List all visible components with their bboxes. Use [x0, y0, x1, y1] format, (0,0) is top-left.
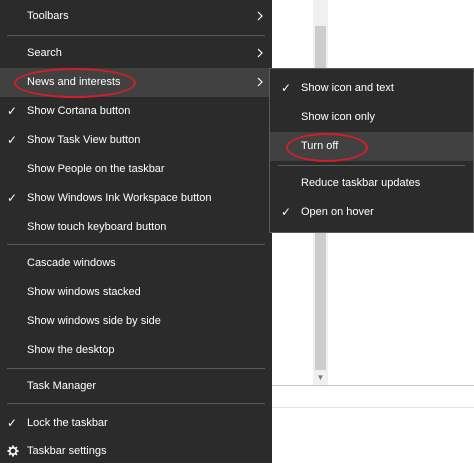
annotation-highlight-news-and-interests	[14, 68, 136, 98]
menu-item-label: Show touch keyboard button	[27, 221, 167, 233]
check-icon: ✓	[281, 205, 292, 219]
menu-item-label: Search	[27, 47, 62, 59]
menu-item-label: Task Manager	[27, 380, 97, 392]
menu-item-label: Show Cortana button	[27, 105, 131, 117]
menu-item-cascade-windows[interactable]: Cascade windows	[0, 249, 272, 278]
chevron-right-icon	[257, 48, 263, 58]
menu-item-label: Taskbar settings	[27, 445, 107, 457]
menu-item-taskbar-settings[interactable]: Taskbar settings	[0, 437, 272, 466]
check-icon: ✓	[7, 104, 18, 118]
menu-item-label: Show windows stacked	[27, 286, 141, 298]
menu-item-show-the-desktop[interactable]: Show the desktop	[0, 336, 272, 365]
menu-item-search[interactable]: Search	[0, 39, 272, 68]
menu-item-show-task-view-button[interactable]: ✓ Show Task View button	[0, 126, 272, 155]
menu-item-label: Show Task View button	[27, 134, 141, 146]
menu-separator	[7, 35, 265, 36]
menu-item-show-people-on-taskbar[interactable]: Show People on the taskbar	[0, 155, 272, 184]
menu-item-label: Show People on the taskbar	[27, 163, 165, 175]
menu-item-toolbars[interactable]: Toolbars	[0, 2, 272, 31]
submenu-separator	[278, 165, 465, 166]
check-icon: ✓	[281, 81, 292, 95]
menu-separator	[7, 244, 265, 245]
menu-item-label: Cascade windows	[27, 257, 116, 269]
submenu-item-label: Reduce taskbar updates	[301, 177, 421, 189]
menu-item-label: Toolbars	[27, 10, 69, 22]
gear-icon	[7, 437, 19, 468]
chevron-right-icon	[257, 77, 263, 87]
menu-item-task-manager[interactable]: Task Manager	[0, 372, 272, 401]
submenu-item-open-on-hover[interactable]: ✓ Open on hover	[270, 198, 473, 227]
submenu-item-label: Show icon only	[301, 111, 375, 123]
submenu-item-label: Open on hover	[301, 206, 374, 218]
submenu-item-show-icon-only[interactable]: Show icon only	[270, 103, 473, 132]
check-icon: ✓	[7, 191, 18, 205]
chevron-right-icon	[257, 11, 263, 21]
check-icon: ✓	[7, 416, 18, 430]
annotation-highlight-turn-off	[286, 133, 368, 162]
background-divider	[272, 385, 474, 386]
submenu-item-show-icon-and-text[interactable]: ✓ Show icon and text	[270, 74, 473, 103]
menu-item-label: Show the desktop	[27, 344, 115, 356]
menu-item-show-windows-ink-workspace-button[interactable]: ✓ Show Windows Ink Workspace button	[0, 184, 272, 213]
menu-item-label: Show Windows Ink Workspace button	[27, 192, 212, 204]
menu-item-lock-the-taskbar[interactable]: ✓ Lock the taskbar	[0, 409, 272, 438]
check-icon: ✓	[7, 133, 18, 147]
submenu-item-label: Show icon and text	[301, 82, 394, 94]
menu-separator	[7, 403, 265, 404]
menu-item-show-windows-stacked[interactable]: Show windows stacked	[0, 278, 272, 307]
menu-item-show-cortana-button[interactable]: ✓ Show Cortana button	[0, 97, 272, 126]
submenu-item-reduce-taskbar-updates[interactable]: Reduce taskbar updates	[270, 169, 473, 198]
menu-item-label: Show windows side by side	[27, 315, 161, 327]
menu-item-label: Lock the taskbar	[27, 417, 108, 429]
background-divider	[272, 407, 474, 408]
menu-item-show-touch-keyboard-button[interactable]: Show touch keyboard button	[0, 213, 272, 242]
scroll-down-arrow-icon[interactable]: ▼	[313, 371, 328, 385]
menu-item-show-windows-side-by-side[interactable]: Show windows side by side	[0, 307, 272, 336]
menu-separator	[7, 368, 265, 369]
